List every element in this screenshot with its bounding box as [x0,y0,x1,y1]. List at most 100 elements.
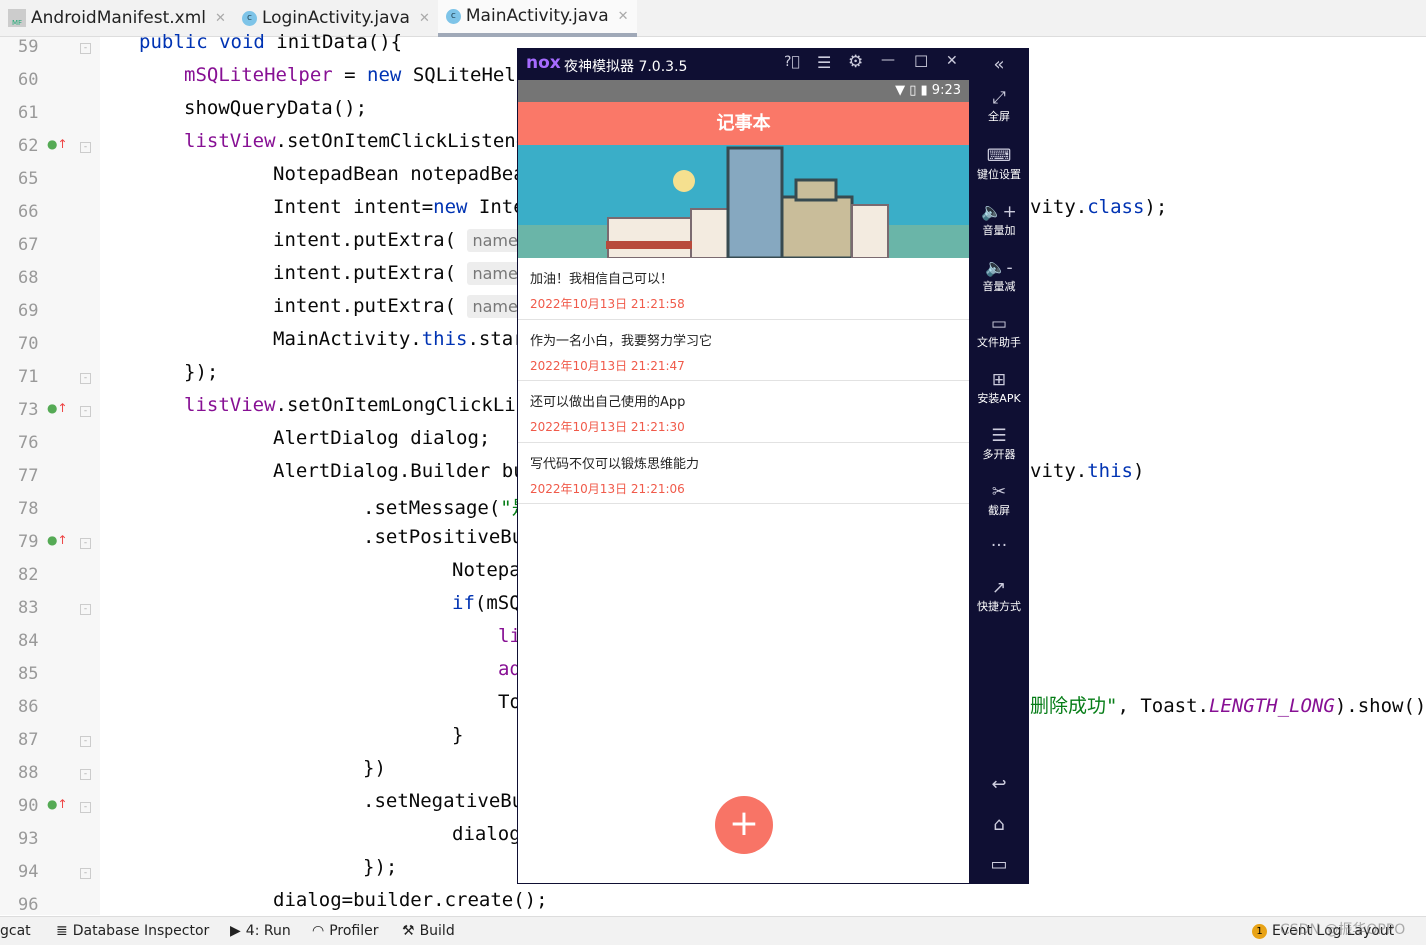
sidebar-item[interactable]: ··· [969,536,1029,556]
recents-icon[interactable]: ▭ [969,854,1029,875]
code-token: }) [363,757,386,779]
minimize-icon[interactable]: — [881,52,895,68]
profiler-tab[interactable]: ◠ Profiler [312,923,379,939]
line-number: 83 [18,598,39,618]
fold-icon[interactable]: - [80,769,91,780]
note-item[interactable]: 写代码不仅可以锻炼思维能力 2022年10月13日 21:21:06 [518,443,969,504]
code-token: ) [1132,460,1145,482]
code-token: .setPositiveBu [363,526,524,548]
note-item[interactable]: 作为一名小白，我要努力学习它 2022年10月13日 21:21:47 [518,320,969,381]
line-number: 67 [18,235,39,255]
line-number: 76 [18,433,39,453]
manifest-icon: MF [8,9,26,27]
close-icon[interactable]: ✕ [946,53,958,69]
code-token: initData(){ [276,31,403,53]
fold-icon[interactable]: - [80,538,91,549]
run-tab[interactable]: ▶ 4: Run [230,923,291,939]
fold-icon[interactable]: - [80,406,91,417]
sidebar-item[interactable]: ⊞ 安装APK [969,370,1029,406]
code-token: AlertDialog.Builder bu [273,460,525,482]
fold-icon[interactable]: - [80,802,91,813]
code-token: }); [363,856,398,878]
sidebar-icon: ☰ [991,426,1007,446]
sidebar-label: 全屏 [988,110,1010,123]
fold-icon[interactable]: - [80,142,91,153]
code-token: = [332,64,368,86]
fold-icon[interactable]: - [80,736,91,747]
sidebar-item[interactable]: ⌨ 键位设置 [969,146,1029,182]
override-marker-icon[interactable]: ●↑ [47,401,68,415]
code-line: showQueryData(); [184,97,367,119]
override-marker-icon[interactable]: ●↑ [47,137,68,151]
gear-icon[interactable]: ⚙ [848,52,863,72]
code-token: this [421,328,468,350]
database-icon: ≣ [56,923,68,939]
note-text: 加油！我相信自己可以！ [530,272,674,287]
help-icon[interactable]: ?⃝ [784,54,800,70]
code-line: listView.setOnItemLongClickLis [184,394,527,416]
line-number: 77 [18,466,39,486]
code-line: AlertDialog.Builder bu [273,460,525,482]
menu-icon[interactable]: ☰ [817,53,831,72]
sidebar-item[interactable]: ⤢ 全屏 [969,88,1029,124]
code-token: listView [184,130,276,152]
code-token: showQueryData(); [184,97,368,119]
fold-icon[interactable]: - [80,604,91,615]
bottom-tool-bar: gcat ≣ Database Inspector ▶ 4: Run ◠ Profil… [0,916,1426,945]
fold-icon[interactable]: - [80,373,91,384]
logcat-tab[interactable]: gcat [0,923,31,939]
add-note-button[interactable]: + [715,796,773,854]
sidebar-item[interactable]: ☰ 多开器 [969,426,1029,462]
sidebar-label: 安装APK [977,392,1021,405]
code-token: vity. [1030,196,1088,218]
code-line: }) [363,757,386,779]
code-token: class [1087,196,1145,218]
code-line: Notepa [452,559,521,581]
code-token: new [367,64,413,86]
note-time: 2022年10月13日 21:21:58 [530,297,685,311]
fold-icon[interactable]: - [80,868,91,879]
code-token: listView [184,394,276,416]
sidebar-item[interactable]: 🔈- 音量减 [969,258,1029,294]
tab-main-activity[interactable]: c MainActivity.java ✕ [437,0,637,37]
code-token: intent.putExtra( [273,229,468,251]
emulator-title: 夜神模拟器 7.0.3.5 [564,59,688,75]
line-number: 60 [18,70,39,90]
class-icon: c [241,10,257,26]
collapse-icon[interactable]: « [969,54,1029,75]
sidebar-item[interactable]: ▭ 文件助手 [969,314,1029,350]
close-icon[interactable]: ✕ [419,11,430,26]
build-tab[interactable]: ⚒ Build [402,923,455,939]
code-token: new [433,196,479,218]
code-line-continuation: vity.class); [1030,196,1167,218]
home-icon[interactable]: ⌂ [969,814,1029,835]
override-marker-icon[interactable]: ●↑ [47,533,68,547]
back-icon[interactable]: ↩ [969,774,1029,795]
maximize-icon[interactable]: ☐ [914,52,928,71]
code-line: public void initData(){ [139,31,402,53]
note-text: 作为一名小白，我要努力学习它 [530,333,713,349]
close-icon[interactable]: ✕ [618,9,629,24]
event-count-badge: 1 [1252,923,1267,939]
sidebar-item[interactable]: 🔈+ 音量加 [969,202,1029,238]
close-icon[interactable]: ✕ [215,11,226,26]
override-marker-icon[interactable]: ●↑ [47,797,68,811]
app-title: 记事本 [518,102,969,145]
fold-icon[interactable]: - [80,43,91,54]
note-item[interactable]: 还可以做出自己使用的App 2022年10月13日 21:21:30 [518,381,969,443]
code-line-continuation: 删除成功", Toast.LENGTH_LONG).show(); [1030,691,1426,718]
sidebar-item[interactable]: ✂ 截屏 [969,482,1029,518]
code-token: AlertDialog dialog; [273,427,491,449]
code-token: LENGTH_LONG [1208,695,1335,717]
sidebar-item[interactable]: ↗ 快捷方式 [969,578,1029,614]
database-inspector-tab[interactable]: ≣ Database Inspector [56,923,209,939]
nox-emulator-window: nox 夜神模拟器 7.0.3.5 ?⃝ ☰ ⚙ — ☐ ✕ ▼ ▯ ▮ 9:2… [517,48,1029,884]
sidebar-label: 截屏 [988,504,1010,517]
code-line: .setPositiveBu [363,526,523,548]
sidebar-icon: ⊞ [991,370,1007,390]
emulator-title-bar: nox 夜神模拟器 7.0.3.5 ?⃝ ☰ ⚙ — ☐ ✕ [517,48,969,80]
city-banner-image [518,145,969,258]
status-bar: ▼ ▯ ▮ 9:23 [518,80,969,102]
note-item[interactable]: 加油！我相信自己可以！ 2022年10月13日 21:21:58 [518,258,969,320]
line-number: 61 [18,103,39,123]
